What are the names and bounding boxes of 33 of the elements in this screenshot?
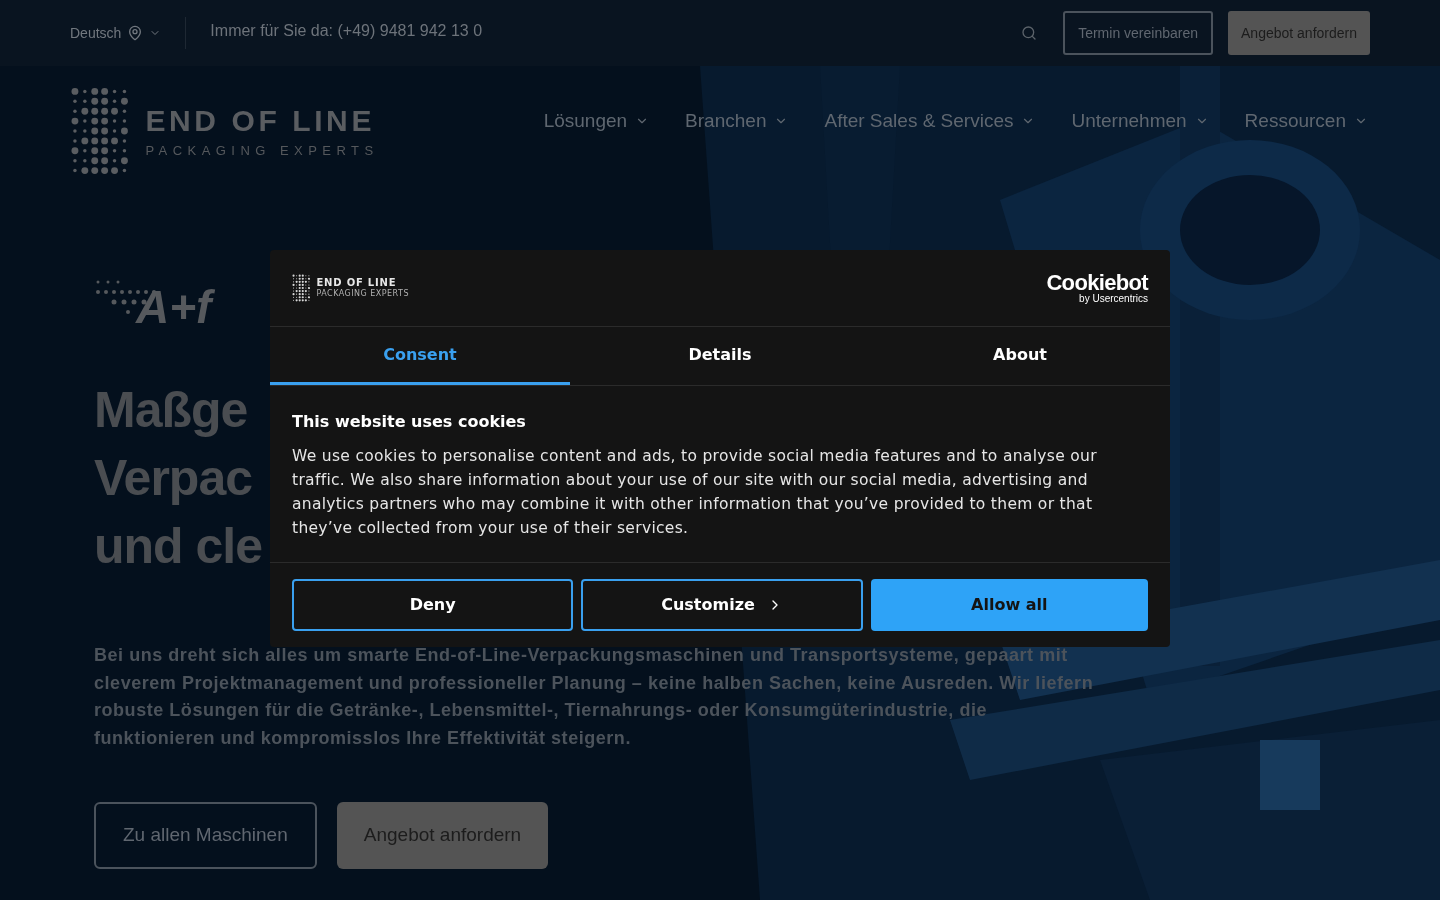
brand-tagline: PACKAGING EXPERTS	[316, 290, 409, 298]
brand-name: END OF LINE	[316, 278, 398, 288]
nav-item[interactable]: Branchen	[685, 106, 789, 136]
hero-heading-line: Maßge	[94, 381, 248, 440]
nav-item[interactable]: After Sales & Services	[824, 106, 1036, 136]
provider-byline: by Usercentrics	[1079, 294, 1148, 304]
appointment-button[interactable]: Termin vereinbaren	[1063, 11, 1213, 55]
provider-logo: Cookiebot	[1046, 272, 1148, 294]
hero-heading-line: Verpac	[94, 449, 252, 508]
location-pin-icon	[127, 25, 144, 41]
phone-text: Immer für Sie da: (+49) 9481 942 13 0	[210, 21, 483, 41]
search-icon[interactable]	[1021, 25, 1038, 41]
quote-button[interactable]: Angebot anfordern	[1228, 11, 1370, 55]
customize-button[interactable]: Customize	[581, 579, 863, 631]
brand-name: END OF LINE	[145, 105, 376, 136]
quote-button[interactable]: Angebot anfordern	[336, 802, 549, 869]
dialog-body: We use cookies to personalise content and ads, to provide social media features and to analyse our traffic. We also share information about your use of our site with our social media, advertising and analytics partners who may combine it with other information that you’ve provided to them or that they’ve collected from your use of their services.	[292, 446, 1098, 539]
nav-item[interactable]: Unternehmen	[1071, 106, 1209, 136]
language-selector[interactable]: Deutsch	[70, 22, 162, 44]
deny-button[interactable]: Deny	[292, 579, 574, 631]
logo-icon	[292, 274, 311, 302]
dialog-tab[interactable]: About	[870, 327, 1170, 385]
hero-heading-line: und cle	[94, 517, 263, 576]
nav-item[interactable]: Lösungen	[543, 106, 650, 136]
dialog-tab[interactable]: Consent	[270, 327, 570, 385]
nav-item[interactable]: Ressourcen	[1244, 106, 1368, 136]
machines-button[interactable]: Zu allen Maschinen	[94, 802, 317, 869]
brand-tagline: PACKAGING EXPERTS	[145, 143, 379, 157]
allow-all-button[interactable]: Allow all	[870, 579, 1148, 631]
dialog-tab[interactable]: Details	[570, 327, 870, 385]
dialog-title: This website uses cookies	[292, 411, 527, 433]
hero-text: Bei uns dreht sich alles um smarte End-of-Line-Verpackungsmaschinen und Transportsysteme, gepaart mit cleverem Projektmanagement und professioneller Planung – keine halben Sachen, keine Ausreden. Wir liefern robuste Lösungen für die Getränke-, Lebensmittel-, Tiernahrungs- oder Konsumgüterindustrie, die funktionieren und kompromisslos Ihre Effektivität steigern.	[94, 644, 1094, 750]
logo-icon	[70, 86, 130, 176]
